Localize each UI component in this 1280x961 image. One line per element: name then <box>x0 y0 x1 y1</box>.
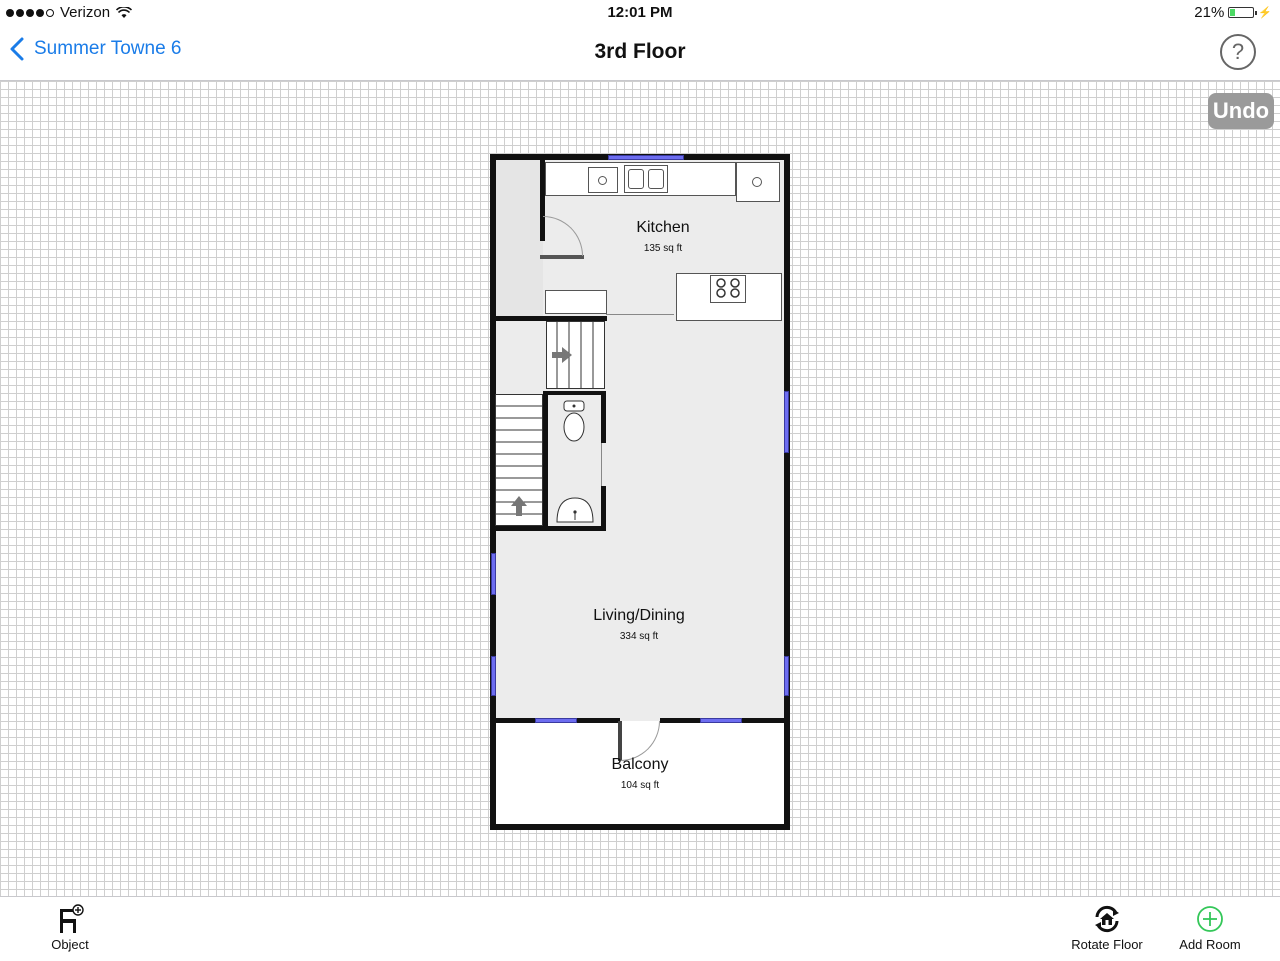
toilet-icon <box>563 400 585 442</box>
bath-sink-icon <box>556 497 594 523</box>
bottom-toolbar: Object Rotate Floor Add Room <box>0 896 1280 961</box>
status-bar: Verizon 12:01 PM 21% ⚡ <box>0 0 1280 26</box>
status-right: 21% ⚡ <box>1194 4 1272 21</box>
battery-icon <box>1228 7 1258 18</box>
room-name: Kitchen <box>636 219 690 236</box>
add-room-label: Add Room <box>1179 937 1241 952</box>
room-label-kitchen[interactable]: Kitchen 135 sq ft <box>636 219 689 254</box>
window-kitchen-top <box>608 155 684 160</box>
room-label-balcony[interactable]: Balcony 104 sq ft <box>612 756 669 791</box>
stair-closet <box>495 159 543 319</box>
dishwasher-icon <box>598 176 607 185</box>
charging-icon: ⚡ <box>1258 7 1272 19</box>
kitchen-divider <box>606 314 674 315</box>
window-right-lower <box>784 656 789 696</box>
closet-shelf[interactable] <box>545 290 607 314</box>
window-left-upper <box>491 553 496 595</box>
page-title: 3rd Floor <box>594 40 686 63</box>
sink-basin-left <box>628 169 644 189</box>
battery-percent: 21% <box>1194 4 1225 21</box>
room-area: 135 sq ft <box>643 243 683 254</box>
plus-circle-icon <box>1197 906 1223 932</box>
wall-bath-bottom <box>495 526 606 531</box>
help-icon: ? <box>1231 39 1245 64</box>
add-room-button[interactable]: Add Room <box>1172 901 1248 952</box>
window-right-upper <box>784 391 789 453</box>
burners-icon <box>716 278 740 298</box>
rotate-floor-label: Rotate Floor <box>1071 937 1143 952</box>
room-area: 334 sq ft <box>619 631 659 642</box>
room-label-living-dining[interactable]: Living/Dining 334 sq ft <box>593 607 685 642</box>
window-balcony-right <box>700 718 742 723</box>
sink-basin-right <box>648 169 664 189</box>
bath-pocket-door <box>601 443 602 486</box>
floorplan-canvas[interactable]: Undo Kitchen 135 sq ft Living/Dining 334… <box>0 81 1280 896</box>
chair-add-icon <box>60 904 84 933</box>
window-left-lower <box>491 656 496 696</box>
room-area: 104 sq ft <box>620 780 660 791</box>
clock: 12:01 PM <box>607 4 673 21</box>
help-button[interactable]: ? <box>1220 34 1256 70</box>
object-button[interactable]: Object <box>40 901 100 952</box>
navigation-bar: Summer Towne 6 3rd Floor ? <box>0 26 1280 81</box>
fridge-icon <box>752 177 762 187</box>
window-balcony-left <box>535 718 577 723</box>
rotate-floor-button[interactable]: Rotate Floor <box>1066 901 1148 952</box>
room-name: Balcony <box>611 756 669 773</box>
floorplan[interactable]: Kitchen 135 sq ft Living/Dining 334 sq f… <box>0 81 1280 896</box>
outer-wall-right <box>784 154 790 830</box>
room-name: Living/Dining <box>593 607 685 624</box>
object-label: Object <box>51 937 89 952</box>
stairs-lower-treads <box>495 405 543 516</box>
rotate-house-icon <box>1095 905 1119 933</box>
wall-bath-right-lower <box>601 486 606 531</box>
outer-wall-bottom <box>490 824 790 830</box>
wall-bath-right <box>601 391 606 443</box>
stairs-upper-treads <box>552 321 594 389</box>
